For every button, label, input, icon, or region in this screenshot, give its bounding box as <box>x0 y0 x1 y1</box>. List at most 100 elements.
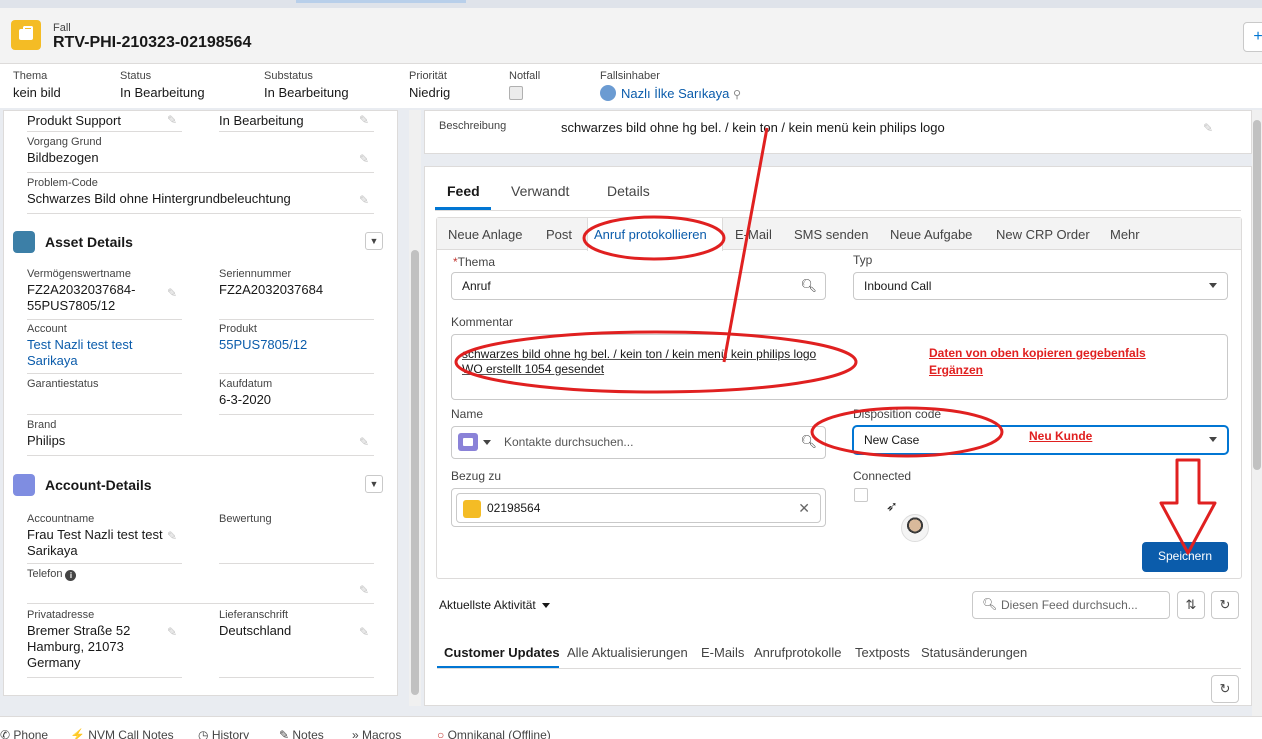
utility-history[interactable]: ◷ History <box>198 728 249 739</box>
utility-phone[interactable]: ✆ Phone <box>0 728 48 739</box>
filter-tab-statusaenderungen[interactable]: Statusänderungen <box>921 645 1027 660</box>
produkt-link[interactable]: 55PUS7805/12 <box>219 337 369 353</box>
ptab-post[interactable]: Post <box>546 227 572 242</box>
utility-macros[interactable]: » Macros <box>352 728 401 739</box>
connected-checkbox[interactable] <box>854 488 868 502</box>
thema-input[interactable]: Anruf 🔍︎ <box>451 272 826 300</box>
lightning-icon: ⚡ <box>70 728 89 739</box>
right-scrollbar[interactable] <box>1252 110 1262 716</box>
refresh-icon[interactable]: ↻ <box>1211 675 1239 703</box>
highlight-label: Status <box>120 70 152 82</box>
section-menu-chevron-icon[interactable]: ▼ <box>365 475 383 493</box>
close-icon[interactable]: ✕ <box>798 500 810 517</box>
info-icon[interactable]: i <box>65 570 77 581</box>
scrollbar-thumb[interactable] <box>1253 120 1261 470</box>
field-telefon: Telefon i <box>27 568 177 581</box>
edit-pencil-icon[interactable]: ✎ <box>359 435 369 449</box>
edit-pencil-icon[interactable]: ✎ <box>167 113 177 127</box>
filter-tab-emails[interactable]: E-Mails <box>701 645 744 660</box>
divider <box>27 319 182 320</box>
highlight-label: Notfall <box>509 70 541 82</box>
field-label: Vorgang Grund <box>27 136 102 148</box>
name-lookup-input[interactable]: Kontakte durchsuchen... 🔍︎ <box>451 426 826 459</box>
utility-notes[interactable]: ✎ Notes <box>279 728 324 739</box>
ptab-neue-anlage[interactable]: Neue Anlage <box>448 227 522 242</box>
filter-tab-alle[interactable]: Alle Aktualisierungen <box>567 645 688 660</box>
field-value: Sarikaya <box>27 543 78 558</box>
highlight-notfall: Notfall <box>509 70 540 100</box>
publisher: Neue Anlage Post Anruf protokollieren E-… <box>436 217 1242 579</box>
utility-label: History <box>211 728 250 739</box>
thema-label: *Thema <box>453 255 496 269</box>
ptab-sms-senden[interactable]: SMS senden <box>794 227 868 242</box>
edit-pencil-icon[interactable]: ✎ <box>167 625 177 639</box>
filter-tab-customer-updates[interactable]: Customer Updates <box>444 645 560 660</box>
edit-pencil-icon[interactable]: ✎ <box>359 152 369 166</box>
search-icon: 🔍︎ <box>800 434 817 449</box>
filter-icon[interactable]: ⇅ <box>1177 591 1205 619</box>
highlight-label: Thema <box>13 70 48 82</box>
utility-label: Omnikanal (Offline) <box>447 728 551 739</box>
section-menu-chevron-icon[interactable]: ▼ <box>365 232 383 250</box>
search-icon: 🔍︎ <box>982 597 998 611</box>
description-value: schwarzes bild ohne hg bel. / kein ton /… <box>561 120 945 135</box>
tab-feed[interactable]: Feed <box>447 183 480 199</box>
chevron-down-icon[interactable] <box>483 440 491 445</box>
notfall-checkbox <box>509 86 523 100</box>
search-icon: 🔍︎ <box>800 278 817 293</box>
feed-search-input[interactable]: 🔍︎ Diesen Feed durchsuch... <box>972 591 1170 619</box>
edit-pencil-icon[interactable]: ✎ <box>359 583 369 597</box>
field-privatadresse: Privatadresse Bremer Straße 52 Hamburg, … <box>27 609 177 671</box>
follow-plus-button[interactable]: + <box>1243 22 1262 52</box>
filter-tab-textposts[interactable]: Textposts <box>855 645 910 660</box>
bezug-lookup[interactable]: 02198564 ✕ <box>451 488 826 527</box>
field-garantiestatus: Garantiestatus <box>27 378 177 390</box>
field-label: Problem-Code <box>27 177 98 189</box>
asset-details-header[interactable]: Asset Details <box>13 231 133 253</box>
edit-pencil-icon[interactable]: ✎ <box>167 286 177 300</box>
divider <box>219 373 374 374</box>
account-link[interactable]: Sarikaya <box>27 353 177 369</box>
ptab-new-crp-order[interactable]: New CRP Order <box>996 227 1090 242</box>
refresh-icon[interactable]: ↻ <box>1211 591 1239 619</box>
typ-select[interactable]: Inbound Call <box>853 272 1228 300</box>
edit-pencil-icon[interactable]: ✎ <box>359 113 369 127</box>
field-value: In Bearbeitung <box>219 113 304 128</box>
change-owner-icon[interactable]: ⚲ <box>733 89 741 101</box>
utility-omnikanal[interactable]: ○ Omnikanal (Offline) <box>437 728 551 739</box>
owner-link[interactable]: Nazlı İlke Sarıkaya <box>621 86 729 101</box>
utility-label: Macros <box>362 728 402 739</box>
ptab-neue-aufgabe[interactable]: Neue Aufgabe <box>890 227 972 242</box>
divider <box>27 213 374 214</box>
left-scrollbar[interactable] <box>409 110 421 706</box>
activity-sort-dropdown[interactable]: Aktuellste Aktivität <box>439 598 550 612</box>
description-label: Beschreibung <box>439 120 507 132</box>
ptab-anruf-protokollieren[interactable]: Anruf protokollieren <box>594 227 707 242</box>
tabs-divider <box>435 210 1241 211</box>
active-tab-indicator <box>296 0 466 3</box>
case-icon <box>463 500 481 518</box>
filter-tab-anrufprotokolle[interactable]: Anrufprotokolle <box>754 645 841 660</box>
account-details-header[interactable]: Account-Details <box>13 474 152 496</box>
edit-pencil-icon[interactable]: ✎ <box>1203 121 1213 135</box>
case-number-title: RTV-PHI-210323-02198564 <box>53 34 252 51</box>
account-link[interactable]: Test Nazli test test <box>27 337 177 353</box>
edit-pencil-icon[interactable]: ✎ <box>359 193 369 207</box>
notes-icon: ✎ <box>279 728 293 739</box>
utility-nvm-call-notes[interactable]: ⚡ NVM Call Notes <box>70 728 174 739</box>
field-value: Bremer Straße 52 <box>27 623 131 638</box>
field-label: Accountname <box>27 513 95 525</box>
scrollbar-thumb[interactable] <box>411 250 419 695</box>
field-value: Frau Test Nazli test test <box>27 527 163 542</box>
tab-verwandt[interactable]: Verwandt <box>511 183 569 199</box>
ptab-email[interactable]: E-Mail <box>735 227 772 242</box>
divider <box>219 319 374 320</box>
ptab-mehr[interactable]: Mehr <box>1110 227 1140 242</box>
highlight-label: Priorität <box>409 70 447 82</box>
edit-pencil-icon[interactable]: ✎ <box>167 529 177 543</box>
save-button[interactable]: Speichern <box>1142 542 1228 572</box>
bezug-pill[interactable]: 02198564 ✕ <box>456 493 821 523</box>
macros-icon: » <box>352 728 363 739</box>
edit-pencil-icon[interactable]: ✎ <box>359 625 369 639</box>
tab-details[interactable]: Details <box>607 183 650 199</box>
